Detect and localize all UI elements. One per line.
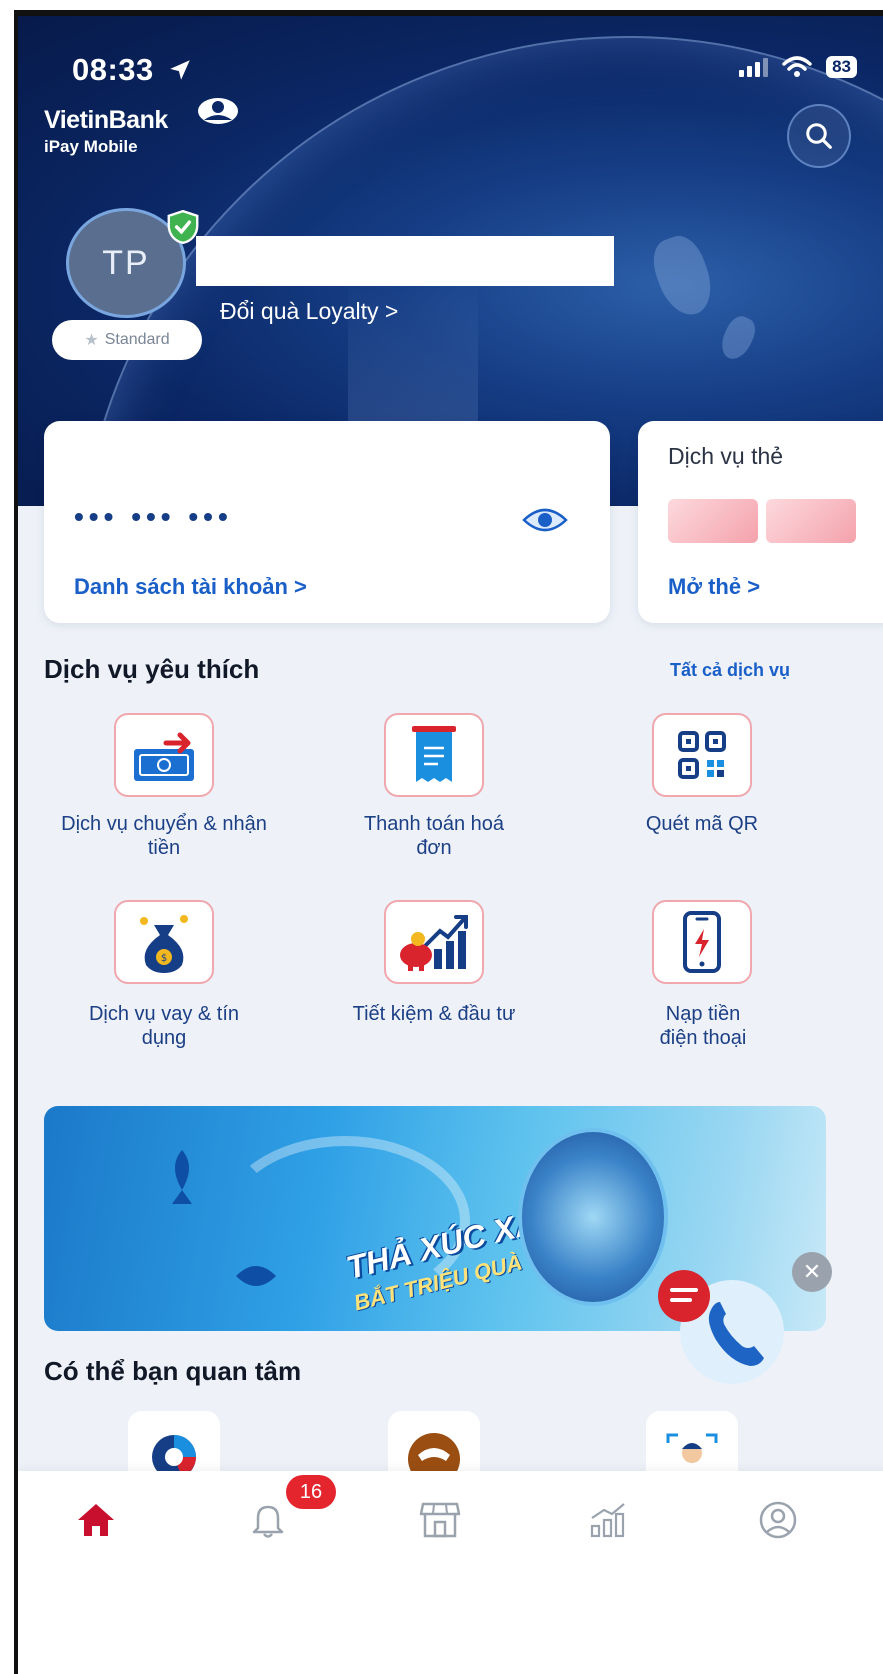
notification-count-badge: 16 <box>286 1475 336 1509</box>
eye-icon[interactable] <box>522 505 568 535</box>
masked-balance: ••• ••• ••• <box>74 501 233 532</box>
card-thumbnail <box>766 499 856 543</box>
pie-chart-icon <box>152 1435 196 1471</box>
money-transfer-icon <box>134 732 194 781</box>
card-service-card[interactable]: Dịch vụ thẻ Mở thẻ > <box>638 421 883 623</box>
qr-code-icon <box>678 731 726 779</box>
loan-bag-icon: $ <box>140 915 188 973</box>
search-button[interactable] <box>787 104 851 168</box>
accounts-list-link[interactable]: Danh sách tài khoản > <box>74 574 307 600</box>
fish-decoration-icon <box>236 1266 276 1286</box>
star-icon: ★ <box>84 332 99 349</box>
battery-indicator: 83 <box>826 56 857 78</box>
nav-investment[interactable] <box>578 1495 638 1545</box>
bell-icon <box>252 1505 284 1538</box>
savings-invest-tile[interactable] <box>384 900 484 984</box>
nav-profile[interactable] <box>748 1495 808 1545</box>
money-transfer-tile[interactable] <box>114 713 214 797</box>
nav-store[interactable] <box>410 1495 470 1545</box>
close-banner-icon[interactable]: ✕ <box>792 1252 832 1292</box>
all-services-link[interactable]: Tất cả dịch vụ <box>670 660 790 681</box>
savings-invest-label[interactable]: Tiết kiệm & đầu tư <box>314 1002 554 1026</box>
favorites-title: Dịch vụ yêu thích <box>44 654 260 684</box>
svg-text:$: $ <box>161 953 167 964</box>
loan-credit-label[interactable]: Dịch vụ vay & tín dụng <box>84 1002 244 1050</box>
bill-payment-label[interactable]: Thanh toán hoá đơn <box>358 812 510 860</box>
bill-payment-tile[interactable] <box>384 713 484 797</box>
store-icon <box>419 1502 461 1538</box>
phone-topup-icon <box>683 911 721 973</box>
chat-support-button[interactable] <box>650 1266 790 1386</box>
loan-credit-tile[interactable]: $ <box>114 900 214 984</box>
loyalty-link[interactable]: Đổi quà Loyalty > <box>220 298 398 325</box>
app-screen: 08:33 83 VietinBank iPay Mobile TP Đổi q… <box>14 10 883 1674</box>
qr-scan-label[interactable]: Quét mã QR <box>602 812 802 836</box>
card-thumbnail <box>668 499 758 543</box>
suggestion-item[interactable] <box>646 1411 738 1471</box>
account-name-redacted <box>196 236 614 286</box>
savings-chart-icon <box>400 915 468 971</box>
account-balance-card[interactable]: ••• ••• ••• Danh sách tài khoản > <box>44 421 610 623</box>
cellular-signal-icon <box>739 57 769 77</box>
status-time: 08:33 <box>72 52 193 88</box>
suggestions-title: Có thể bạn quan tâm <box>44 1356 302 1386</box>
telephone-icon <box>408 1433 460 1471</box>
search-icon <box>806 123 832 149</box>
status-icons: 83 <box>739 56 857 78</box>
wifi-icon <box>782 56 812 77</box>
suggestion-item[interactable] <box>128 1411 220 1471</box>
suggestion-item[interactable] <box>388 1411 480 1471</box>
chart-icon <box>590 1503 625 1538</box>
prize-wheel-decoration <box>518 1128 668 1306</box>
location-arrow-icon <box>170 60 190 80</box>
phone-topup-label[interactable]: Nạp tiền điện thoại <box>648 1002 758 1050</box>
card-service-title: Dịch vụ thẻ <box>668 443 784 469</box>
qr-scan-tile[interactable] <box>652 713 752 797</box>
home-icon <box>78 1504 114 1536</box>
nav-home[interactable] <box>66 1495 126 1545</box>
face-id-icon <box>666 1433 718 1463</box>
phone-topup-tile[interactable] <box>652 900 752 984</box>
bottom-navigation: 16 <box>18 1471 883 1674</box>
open-card-link[interactable]: Mở thẻ > <box>668 574 760 600</box>
vietinbank-logo-icon <box>198 98 238 124</box>
fish-decoration-icon <box>172 1150 192 1204</box>
app-logo: VietinBank iPay Mobile <box>44 106 168 156</box>
bill-payment-icon <box>412 726 456 782</box>
user-icon <box>759 1501 797 1539</box>
tier-badge: ★ Standard <box>52 320 202 360</box>
money-transfer-label[interactable]: Dịch vụ chuyển & nhận tiền <box>48 812 280 860</box>
